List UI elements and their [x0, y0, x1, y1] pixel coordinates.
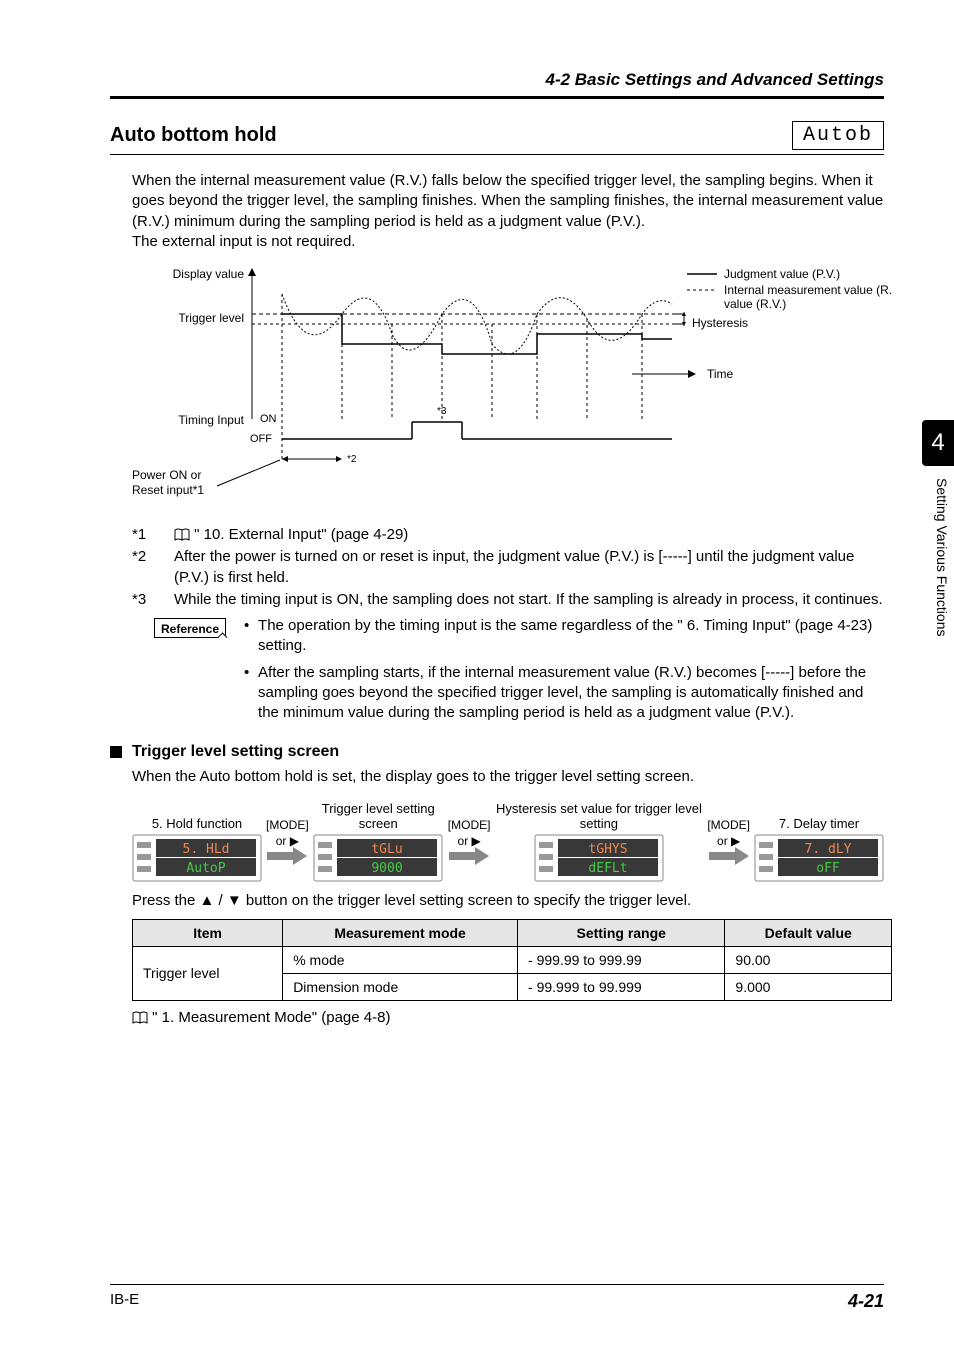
- subhead-description: When the Auto bottom hold is set, the di…: [132, 767, 884, 787]
- svg-text:AutoP: AutoP: [186, 861, 225, 876]
- svg-text:tGHYS: tGHYS: [588, 842, 627, 857]
- flow-step-4: 7. Delay timer 7. dLY oFF: [754, 800, 884, 882]
- flow-step-3: Hysteresis set value for trigger level s…: [494, 800, 703, 882]
- page-heading: Auto bottom hold: [110, 124, 277, 147]
- svg-text:tGLu: tGLu: [372, 842, 403, 857]
- svg-text:*2: *2: [347, 454, 357, 465]
- th-range: Setting range: [518, 919, 725, 946]
- table-row: Trigger level % mode - 999.99 to 999.99 …: [133, 946, 892, 973]
- intro-paragraph: When the internal measurement value (R.V…: [132, 171, 884, 232]
- svg-text:OFF: OFF: [250, 433, 272, 445]
- book-icon: [132, 1011, 148, 1025]
- svg-text:Judgment value (P.V.): Judgment value (P.V.): [724, 267, 840, 281]
- timing-diagram: Display value Trigger level Judgment val…: [132, 264, 884, 519]
- press-instruction: Press the ▲ / ▼ button on the trigger le…: [132, 892, 884, 909]
- flow-arrow: [MODE] or ▶: [266, 816, 309, 866]
- section-header: 4-2 Basic Settings and Advanced Settings: [110, 70, 884, 90]
- square-bullet-icon: [110, 746, 122, 758]
- intro-paragraph-2: The external input is not required.: [132, 232, 884, 252]
- svg-text:5. HLd: 5. HLd: [183, 842, 230, 857]
- subheading: Trigger level setting screen: [132, 743, 339, 761]
- reference-box: Reference: [154, 618, 226, 638]
- rule-thick: [110, 96, 884, 99]
- page-number: 4-21: [848, 1291, 884, 1312]
- setting-flow: 5. Hold function 5. HLd AutoP [MODE] or …: [132, 800, 884, 882]
- th-default: Default value: [725, 919, 892, 946]
- rule-thin: [110, 154, 884, 155]
- segment-display-label: Autob: [792, 121, 884, 150]
- svg-text:Internal measurement value (R.: Internal measurement value (R.V.): [724, 283, 892, 297]
- footnote-1: *1 " 10. External Input" (page 4-29): [132, 525, 884, 545]
- footnote-2: *2 After the power is turned on or reset…: [132, 547, 884, 588]
- flow-arrow: [MODE] or ▶: [448, 816, 491, 866]
- svg-text:Power ON or: Power ON or: [132, 468, 201, 482]
- svg-text:dEFLt: dEFLt: [588, 861, 627, 876]
- footnote-3: *3 While the timing input is ON, the sam…: [132, 590, 884, 610]
- flow-step-2: Trigger level setting screen tGLu 9000: [313, 800, 444, 882]
- svg-text:Trigger level: Trigger level: [178, 311, 244, 325]
- svg-text:7. dLY: 7. dLY: [805, 842, 852, 857]
- flow-arrow: [MODE] or ▶: [707, 816, 750, 866]
- th-item: Item: [133, 919, 283, 946]
- th-mode: Measurement mode: [283, 919, 518, 946]
- svg-text:Display value: Display value: [173, 267, 245, 281]
- spec-table: Item Measurement mode Setting range Defa…: [132, 919, 892, 1001]
- cross-reference: " 1. Measurement Mode" (page 4-8): [132, 1009, 884, 1026]
- reference-item: The operation by the timing input is the…: [244, 616, 884, 657]
- flow-step-1: 5. Hold function 5. HLd AutoP: [132, 800, 262, 882]
- svg-text:ON: ON: [260, 413, 277, 425]
- svg-text:Hysteresis: Hysteresis: [692, 316, 748, 330]
- svg-text:9000: 9000: [372, 861, 403, 876]
- page-footer: IB-E 4-21: [110, 1284, 884, 1312]
- svg-text:Time: Time: [707, 367, 734, 381]
- svg-text:Timing Input: Timing Input: [178, 413, 244, 427]
- footer-doc-id: IB-E: [110, 1291, 139, 1312]
- svg-text:oFF: oFF: [816, 861, 840, 876]
- book-icon: [174, 528, 190, 542]
- svg-text:value (R.V.): value (R.V.): [724, 297, 786, 311]
- svg-text:*3: *3: [437, 406, 447, 417]
- reference-item: After the sampling starts, if the intern…: [244, 663, 884, 724]
- svg-text:Reset input*1: Reset input*1: [132, 483, 204, 497]
- reference-list: The operation by the timing input is the…: [244, 616, 884, 729]
